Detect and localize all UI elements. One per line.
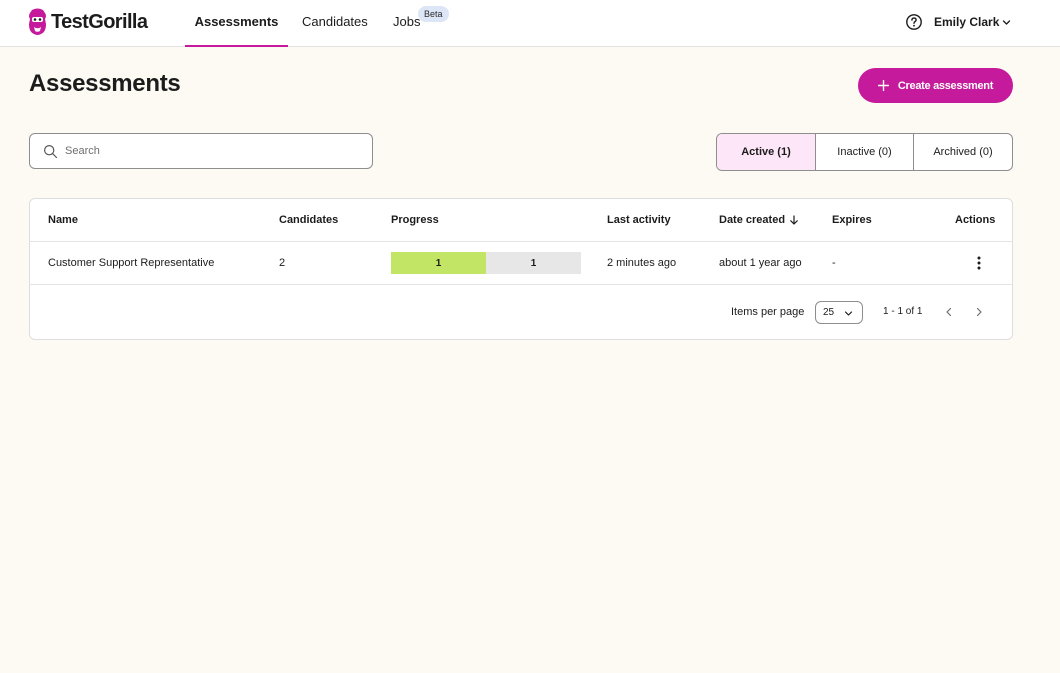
brand-name: TestGorilla (51, 10, 148, 33)
column-name: Name (48, 214, 78, 226)
search-icon (43, 144, 58, 159)
chevron-right-icon (976, 307, 982, 317)
previous-page-button[interactable] (942, 305, 956, 319)
plus-icon (877, 80, 889, 91)
column-last-activity: Last activity (607, 214, 671, 226)
expires: - (832, 257, 836, 269)
tab-candidates[interactable]: Candidates (302, 0, 368, 47)
user-name[interactable]: Emily Clark (934, 15, 999, 29)
items-per-page-value: 25 (823, 307, 835, 318)
date-created: about 1 year ago (719, 257, 802, 269)
progress-completed: 1 (391, 252, 486, 274)
divider (30, 241, 1012, 242)
actions-menu-button[interactable] (969, 255, 989, 271)
create-assessment-label: Create assessment (897, 79, 994, 92)
testgorilla-logo[interactable]: TestGorilla (28, 8, 148, 36)
beta-badge: Beta (418, 6, 449, 22)
page-title: Assessments (29, 70, 181, 97)
pagination-range: 1 - 1 of 1 (883, 306, 923, 317)
column-expires: Expires (832, 214, 872, 226)
create-assessment-button[interactable]: Create assessment (858, 68, 1013, 103)
divider (30, 284, 1012, 285)
top-navigation: TestGorilla Assessments Candidates Jobs … (0, 0, 1060, 47)
tab-jobs[interactable]: Jobs (393, 0, 420, 47)
next-page-button[interactable] (972, 305, 986, 319)
filter-inactive[interactable]: Inactive (0) (816, 134, 914, 170)
items-per-page-label: Items per page (731, 306, 805, 318)
items-per-page-select[interactable]: 25 (815, 301, 863, 324)
column-date-created-label: Date created (719, 214, 786, 226)
assessments-table: Name Candidates Progress Last activity D… (29, 198, 1013, 340)
last-activity: 2 minutes ago (607, 257, 677, 269)
search-input[interactable] (65, 141, 365, 161)
filter-archived[interactable]: Archived (0) (914, 134, 1012, 170)
status-filter: Active (1) Inactive (0) Archived (0) (716, 133, 1013, 171)
arrow-down-icon (790, 215, 798, 225)
column-actions: Actions (955, 214, 996, 226)
column-date-created[interactable]: Date created (719, 214, 799, 226)
progress-remaining: 1 (486, 252, 581, 274)
search-box[interactable] (29, 133, 373, 169)
filter-active[interactable]: Active (1) (717, 134, 816, 170)
chevron-down-icon (844, 311, 853, 316)
candidates-count: 2 (279, 257, 286, 269)
column-candidates: Candidates (279, 214, 339, 226)
chevron-left-icon (946, 307, 952, 317)
gorilla-logo-icon (29, 8, 46, 35)
chevron-down-icon[interactable] (1001, 17, 1012, 28)
tab-assessments[interactable]: Assessments (185, 0, 288, 47)
help-circle-icon[interactable] (905, 13, 923, 31)
assessment-name[interactable]: Customer Support Representative (48, 257, 214, 269)
more-vertical-icon (977, 256, 981, 270)
column-progress: Progress (391, 214, 439, 226)
progress-bar: 1 1 (391, 252, 581, 274)
